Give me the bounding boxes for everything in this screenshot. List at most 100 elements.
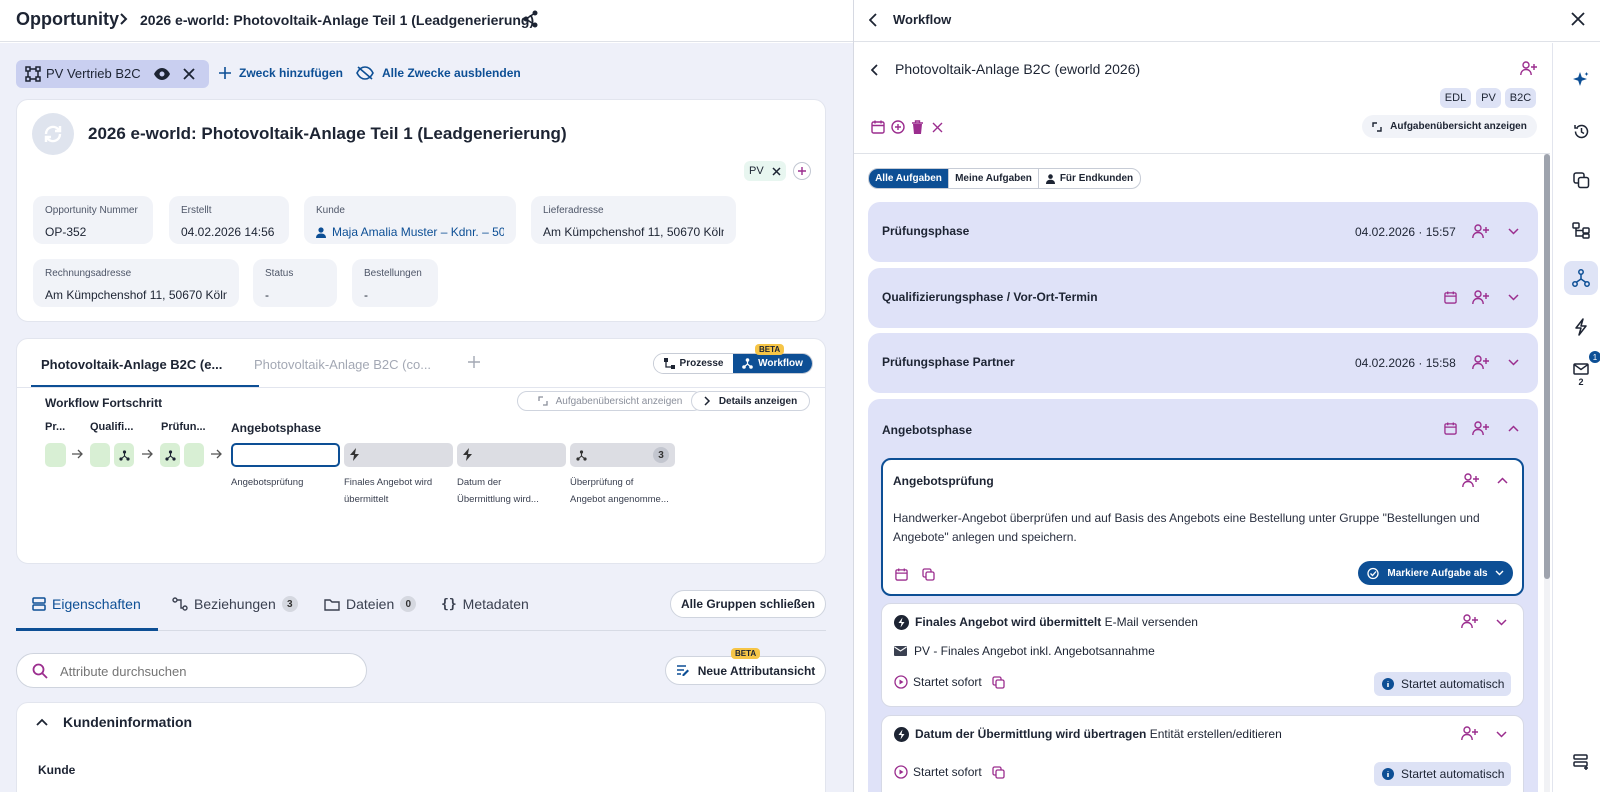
phase-pruefungsphase[interactable]: Prüfungsphase 04.02.2026 · 15:57 xyxy=(868,202,1538,262)
info-icon xyxy=(1382,768,1394,780)
field-label: Opportunity Nummer xyxy=(45,205,138,216)
top-bar: Opportunity 2026 e-world: Photovoltaik-A… xyxy=(0,0,853,42)
step-done[interactable] xyxy=(184,443,204,467)
hide-purposes-label: Alle Zwecke ausblenden xyxy=(382,66,521,80)
filter-end-customers[interactable]: Für Endkunden xyxy=(1038,169,1140,188)
automation-button[interactable] xyxy=(1564,310,1598,344)
new-attribute-view-button[interactable]: Neue Attributansicht xyxy=(665,656,826,685)
share-icon[interactable] xyxy=(523,10,539,28)
hide-purposes-button[interactable]: Alle Zwecke ausblenden xyxy=(356,66,521,80)
notification-badge: 1 xyxy=(1589,351,1600,363)
assign-user-icon[interactable] xyxy=(1461,726,1479,741)
add-purpose-button[interactable]: Zweck hinzufügen xyxy=(219,66,343,80)
step-pending-group[interactable]: 3 xyxy=(570,443,675,467)
phase-qualifizierung[interactable]: Qualifizierungsphase / Vor-Ort-Termin xyxy=(868,268,1538,328)
structure-button[interactable] xyxy=(1564,213,1598,247)
calendar-icon[interactable] xyxy=(871,120,885,134)
phase-pruefung-partner[interactable]: Prüfungsphase Partner 04.02.2026 · 15:58 xyxy=(868,333,1538,393)
back-icon[interactable] xyxy=(869,13,878,27)
assign-user-icon[interactable] xyxy=(1472,355,1490,370)
tab-metadaten[interactable]: {} Metadaten xyxy=(441,596,529,612)
tab-label: Eigenschaften xyxy=(52,596,141,612)
tab-beziehungen[interactable]: Beziehungen 3 xyxy=(172,596,298,612)
breadcrumb-root[interactable]: Opportunity xyxy=(16,9,119,30)
tab-process-inactive[interactable]: Photovoltaik-Anlage B2C (co... xyxy=(254,357,431,372)
close-all-groups-button[interactable]: Alle Gruppen schließen xyxy=(670,590,826,618)
filter-all-tasks[interactable]: Alle Aufgaben xyxy=(869,169,948,188)
description-line: Handwerker-Angebot überprüfen und auf Ba… xyxy=(893,511,1480,525)
phase-title[interactable]: Angebotsphase xyxy=(882,423,972,437)
aufgaben-overview-button[interactable]: Aufgabenübersicht anzeigen xyxy=(1362,115,1537,138)
tab-eigenschaften[interactable]: Eigenschaften xyxy=(32,596,141,612)
phase-date: 04.02.2026 · 15:58 xyxy=(1355,356,1456,370)
tab-dateien[interactable]: Dateien 0 xyxy=(324,596,417,612)
details-button[interactable]: Details anzeigen xyxy=(691,391,810,411)
chevron-down-icon[interactable] xyxy=(1496,619,1507,626)
workflow-toggle[interactable]: Workflow xyxy=(733,354,812,373)
workflow-sidebar-button[interactable] xyxy=(1564,261,1598,295)
aufgaben-overview-button[interactable]: Aufgabenübersicht anzeigen xyxy=(517,391,703,411)
back-icon[interactable] xyxy=(871,64,879,76)
customer-link[interactable]: Maja Amalia Muster – Kdnr. – 50 xyxy=(316,225,504,239)
trash-icon[interactable] xyxy=(911,120,924,134)
calendar-icon[interactable] xyxy=(1444,422,1457,435)
close-icon[interactable] xyxy=(772,166,781,176)
step-active[interactable] xyxy=(231,443,340,467)
history-button[interactable] xyxy=(1564,114,1598,148)
close-icon[interactable] xyxy=(183,68,195,80)
copy-icon[interactable] xyxy=(922,568,935,581)
layout-button[interactable] xyxy=(1564,745,1598,779)
scrollbar-thumb[interactable] xyxy=(1544,154,1550,579)
auto-start-badge: Startet automatisch xyxy=(1374,762,1511,786)
chevron-up-icon[interactable] xyxy=(1508,425,1519,432)
process-title: Photovoltaik-Anlage B2C (eworld 2026) xyxy=(895,61,1141,77)
chevron-down-icon[interactable] xyxy=(1508,359,1519,366)
copy-icon[interactable] xyxy=(992,676,1005,689)
filter-my-tasks[interactable]: Meine Aufgaben xyxy=(948,169,1038,188)
tab-process-active[interactable]: Photovoltaik-Anlage B2C (e... xyxy=(41,357,222,372)
chevron-up-icon[interactable] xyxy=(1497,477,1508,484)
step-done-workflow[interactable] xyxy=(114,443,134,467)
chevron-up-icon[interactable] xyxy=(36,718,48,726)
assign-user-icon[interactable] xyxy=(1461,614,1479,629)
add-tag-button[interactable] xyxy=(793,162,811,180)
close-icon[interactable] xyxy=(1571,12,1585,26)
calendar-icon[interactable] xyxy=(895,568,908,581)
search-input[interactable] xyxy=(60,661,350,681)
step-pending[interactable] xyxy=(457,443,566,467)
assign-user-icon[interactable] xyxy=(1472,421,1490,436)
step-pending[interactable] xyxy=(344,443,453,467)
eye-icon[interactable] xyxy=(153,67,171,81)
step-done-workflow[interactable] xyxy=(160,443,180,467)
purpose-chip[interactable]: PV Vertrieb B2C xyxy=(16,60,209,88)
chevron-down-icon[interactable] xyxy=(1508,294,1519,301)
chevron-down-icon[interactable] xyxy=(1496,731,1507,738)
add-circle-icon[interactable] xyxy=(891,120,905,134)
history-icon xyxy=(1573,123,1590,140)
step-done[interactable] xyxy=(90,443,110,467)
task-title[interactable]: Angebotsprüfung xyxy=(893,474,994,488)
task-filter: Alle Aufgaben Meine Aufgaben Für Endkund… xyxy=(868,168,1141,189)
close-icon[interactable] xyxy=(932,122,943,133)
attribute-search[interactable] xyxy=(16,653,367,688)
chevron-down-icon[interactable] xyxy=(1508,228,1519,235)
prozesse-toggle[interactable]: Prozesse xyxy=(654,354,733,373)
lightning-icon xyxy=(1574,318,1588,336)
add-tab-icon[interactable] xyxy=(468,356,480,368)
task-title-line[interactable]: Finales Angebot wird übermittelt E-Mail … xyxy=(915,615,1198,629)
calendar-icon[interactable] xyxy=(1444,291,1457,304)
step-done[interactable] xyxy=(45,443,66,467)
copy-button[interactable] xyxy=(1564,163,1598,197)
person-icon xyxy=(1045,173,1055,184)
attribute-label: Kunde xyxy=(38,763,76,777)
assign-user-icon[interactable] xyxy=(1472,224,1490,239)
ai-sparkle-button[interactable] xyxy=(1564,63,1598,97)
assign-user-icon[interactable] xyxy=(1462,473,1480,488)
mark-task-button[interactable]: Markiere Aufgabe als xyxy=(1358,561,1513,585)
workflow-card: Photovoltaik-Anlage B2C (e... Photovolta… xyxy=(16,338,826,564)
assign-user-icon[interactable] xyxy=(1472,290,1490,305)
task-title-line[interactable]: Datum der Übermittlung wird übertragen E… xyxy=(915,727,1282,741)
copy-icon[interactable] xyxy=(992,766,1005,779)
description-line: Angebote" anlegen und speichern. xyxy=(893,530,1077,544)
assign-user-icon[interactable] xyxy=(1520,61,1538,76)
